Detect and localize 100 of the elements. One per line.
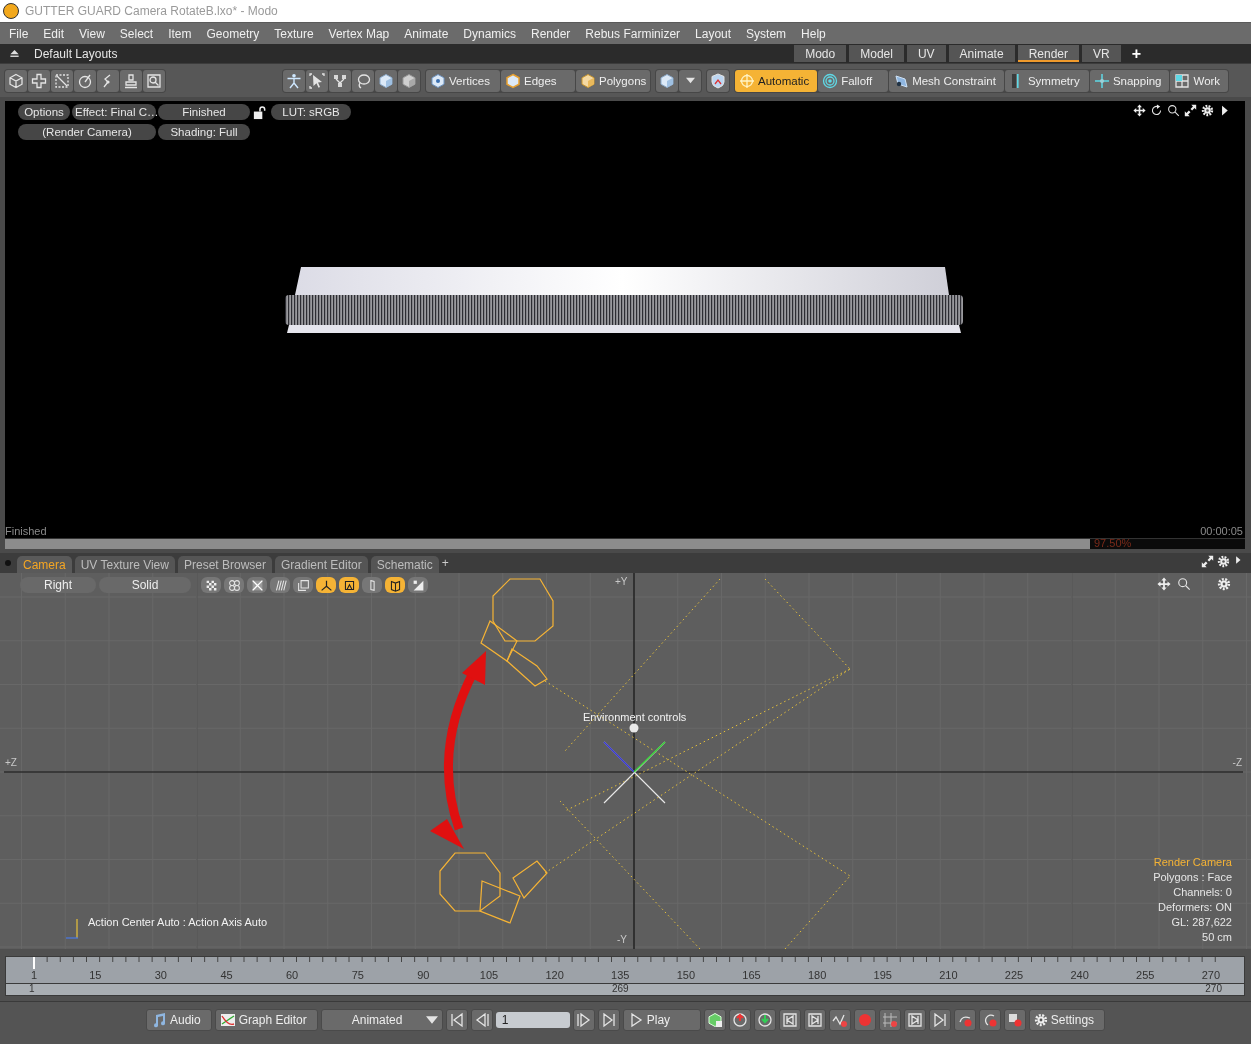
tool-button[interactable] — [352, 69, 374, 92]
panel-tab[interactable]: UV Texture View — [74, 556, 175, 573]
menu-item[interactable]: Geometry — [206, 26, 260, 41]
play-button[interactable]: Play — [622, 1008, 701, 1031]
view-toggle-button[interactable] — [201, 577, 221, 593]
item-mode-button[interactable] — [656, 69, 678, 92]
action-button[interactable] — [707, 69, 729, 92]
view-toggle-button[interactable] — [270, 577, 290, 593]
settings-button[interactable]: Settings — [1028, 1008, 1106, 1031]
key-button[interactable] — [928, 1008, 951, 1031]
tool-toggle-button[interactable]: Work — [1170, 69, 1229, 92]
key-button[interactable] — [803, 1008, 826, 1031]
range-start: 1 — [29, 983, 35, 994]
step-back-button[interactable] — [470, 1008, 493, 1031]
camera-drawing[interactable] — [439, 852, 548, 924]
menu-item[interactable]: Vertex Map — [328, 26, 390, 41]
add-layout-button[interactable]: + — [1131, 44, 1141, 63]
menu-item[interactable]: Render — [531, 26, 571, 41]
render-option-button[interactable]: (Render Camera) — [18, 124, 156, 140]
tool-button[interactable] — [28, 69, 50, 92]
view-toggle-button[interactable] — [316, 577, 336, 593]
layout-tab[interactable]: VR — [1082, 45, 1121, 62]
key-button[interactable] — [703, 1008, 726, 1031]
tool-toggle-button[interactable]: Symmetry — [1004, 69, 1089, 92]
render-option-button[interactable]: Finished — [158, 104, 250, 120]
tool-button[interactable] — [97, 69, 119, 92]
menu-item[interactable]: Item — [168, 26, 192, 41]
skip-start-button[interactable] — [445, 1008, 468, 1031]
menu-item[interactable]: Animate — [404, 26, 449, 41]
view-toggle-button[interactable] — [339, 577, 359, 593]
key-button[interactable] — [953, 1008, 976, 1031]
tool-toggle-button[interactable]: Mesh Constraint — [889, 69, 1004, 92]
menu-item[interactable]: Dynamics — [463, 26, 516, 41]
key-button[interactable] — [778, 1008, 801, 1031]
frame-field[interactable]: 1 — [495, 1011, 570, 1028]
view-toggle-button[interactable] — [408, 577, 428, 593]
tool-button[interactable] — [375, 69, 397, 92]
key-button[interactable] — [978, 1008, 1001, 1031]
tool-button[interactable] — [51, 69, 73, 92]
menu-item[interactable]: View — [79, 26, 105, 41]
view-toggle-button[interactable] — [293, 577, 313, 593]
environment-marker[interactable] — [629, 723, 639, 733]
graph-editor-button[interactable]: Graph Editor — [214, 1008, 318, 1031]
tool-button[interactable] — [5, 69, 27, 92]
key-button[interactable] — [753, 1008, 776, 1031]
current-frame-label: 269 — [612, 983, 629, 994]
menu-item[interactable]: System — [746, 26, 787, 41]
timeline-ruler[interactable]: 1 15 30 45 60 75 90 105 120 135 150 165 180 195 210 225 240 255 270 — [5, 956, 1245, 984]
menu-item[interactable]: File — [9, 26, 29, 41]
menu-item[interactable]: Select — [119, 26, 154, 41]
render-option-button[interactable]: Effect: Final C… — [72, 104, 156, 120]
tool-button[interactable] — [143, 69, 165, 92]
camera-drawing[interactable] — [480, 578, 554, 687]
tool-toggle-button[interactable]: Snapping — [1089, 69, 1170, 92]
view-toggle-button[interactable] — [362, 577, 382, 593]
panel-tab[interactable]: Gradient Editor — [275, 556, 368, 573]
tool-button[interactable] — [398, 69, 420, 92]
panel-tab[interactable]: Camera — [17, 556, 72, 573]
shading-dropdown[interactable]: Solid — [99, 577, 191, 593]
selection-mode-button[interactable]: Vertices — [426, 69, 500, 92]
render-option-button[interactable]: LUT: sRGB — [271, 104, 351, 120]
tool-button[interactable] — [329, 69, 351, 92]
key-button[interactable] — [903, 1008, 926, 1031]
menu-item[interactable]: Layout — [695, 26, 732, 41]
key-button[interactable] — [1003, 1008, 1026, 1031]
tool-toggle-button[interactable]: Falloff — [818, 69, 889, 92]
render-option-button[interactable]: Options — [18, 104, 70, 120]
panel-tab[interactable]: Schematic — [370, 556, 439, 573]
menu-item[interactable]: Help — [801, 26, 826, 41]
layout-tab[interactable]: UV — [906, 45, 946, 62]
audio-button[interactable]: Audio — [146, 1008, 212, 1031]
menu-item[interactable]: Rebus Farminizer — [585, 26, 681, 41]
tool-button[interactable] — [306, 69, 328, 92]
key-button[interactable] — [828, 1008, 851, 1031]
skip-end-button[interactable] — [597, 1008, 620, 1031]
step-forward-button[interactable] — [572, 1008, 595, 1031]
layout-tab[interactable]: Render — [1017, 45, 1079, 62]
menu-item[interactable]: Texture — [274, 26, 314, 41]
mode-dropdown[interactable]: Animated — [320, 1008, 443, 1031]
key-button[interactable] — [878, 1008, 901, 1031]
tool-button[interactable] — [283, 69, 305, 92]
axis-gizmo[interactable] — [603, 741, 666, 804]
view-toggle-button[interactable] — [247, 577, 267, 593]
panel-tab[interactable]: Preset Browser — [177, 556, 272, 573]
dropdown-button[interactable] — [679, 69, 701, 92]
tool-button[interactable] — [74, 69, 96, 92]
selection-mode-button[interactable]: Polygons — [576, 69, 650, 92]
menu-item[interactable]: Edit — [43, 26, 65, 41]
layout-tab[interactable]: Modo — [794, 45, 847, 62]
add-tab-button[interactable]: + — [441, 556, 449, 570]
layout-tab[interactable]: Model — [849, 45, 904, 62]
layout-tab[interactable]: Animate — [948, 45, 1015, 62]
selection-mode-button[interactable]: Edges — [501, 69, 575, 92]
key-button[interactable] — [728, 1008, 751, 1031]
view-toggle-button[interactable] — [224, 577, 244, 593]
render-option-button[interactable]: Shading: Full — [158, 124, 250, 140]
tool-button[interactable] — [120, 69, 142, 92]
view-toggle-button[interactable] — [385, 577, 405, 593]
view-dropdown[interactable]: Right — [20, 577, 96, 593]
tool-toggle-button[interactable]: Automatic — [735, 69, 818, 92]
